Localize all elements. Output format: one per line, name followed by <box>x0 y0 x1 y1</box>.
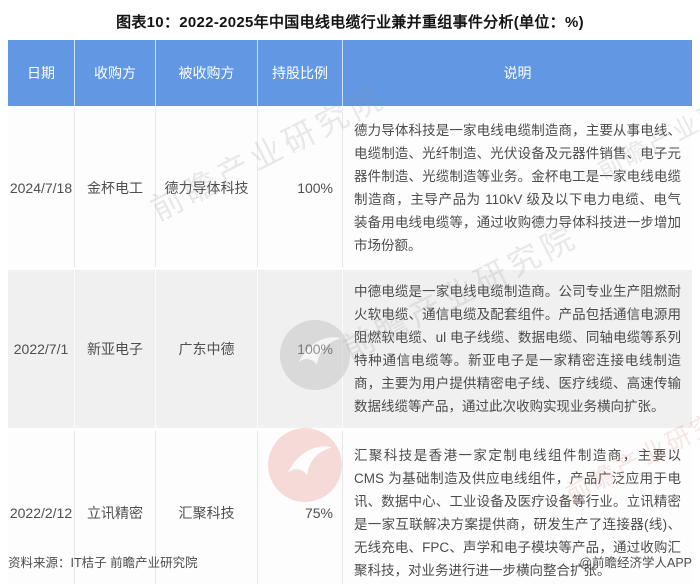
report-figure: 图表10：2022-2025年中国电线电缆行业兼并重组事件分析(单位：%) 前瞻… <box>0 0 700 584</box>
page-title: 图表10：2022-2025年中国电线电缆行业兼并重组事件分析(单位：%) <box>116 14 584 31</box>
cell-description: 中德电缆是一家电线电缆制造商。公司专业生产阻燃耐火软电缆、通信电缆及配套组件。产… <box>343 270 692 428</box>
column-header-acquirer: 收购方 <box>75 40 156 106</box>
credit-note: @前瞻经济学人APP <box>579 556 692 570</box>
source-note: 资料来源：IT桔子 前瞻产业研究院 <box>8 556 198 570</box>
description-text: 中德电缆是一家电线电缆制造商。公司专业生产阻燃耐火软电缆、通信电缆及配套组件。产… <box>354 284 681 414</box>
column-header-date: 日期 <box>8 40 75 106</box>
cell-date: 2022/7/1 <box>8 270 75 428</box>
description-text: 德力导体科技是一家电线电缆制造商，主要从事电线、电缆制造、光纤制造、光伏设备及元… <box>354 123 681 253</box>
cell-ratio: 100% <box>258 109 343 267</box>
cell-acquirer: 金杯电工 <box>75 109 156 267</box>
column-header-ratio: 持股比例 <box>258 40 343 106</box>
cell-description: 德力导体科技是一家电线电缆制造商，主要从事电线、电缆制造、光纤制造、光伏设备及元… <box>343 109 692 267</box>
table-row: 2022/7/1 新亚电子 广东中德 100% 中德电缆是一家电线电缆制造商。公… <box>8 270 692 428</box>
cell-acquirer: 新亚电子 <box>75 270 156 428</box>
cell-target: 广东中德 <box>156 270 258 428</box>
cell-target: 德力导体科技 <box>156 109 258 267</box>
column-header-desc: 说明 <box>503 65 532 81</box>
figure-footer: 资料来源：IT桔子 前瞻产业研究院 @前瞻经济学人APP <box>8 552 692 571</box>
column-header-target: 被收购方 <box>156 40 258 106</box>
cell-date: 2024/7/18 <box>8 109 75 267</box>
cell-ratio: 100% <box>258 270 343 428</box>
table-header-row: 日期 收购方 被收购方 持股比例 说明 <box>8 40 692 106</box>
table-row: 2024/7/18 金杯电工 德力导体科技 100% 德力导体科技是一家电线电缆… <box>8 109 692 267</box>
ma-events-table: 日期 收购方 被收购方 持股比例 说明 2024/7/18 金杯电工 德力导体科… <box>8 40 692 584</box>
